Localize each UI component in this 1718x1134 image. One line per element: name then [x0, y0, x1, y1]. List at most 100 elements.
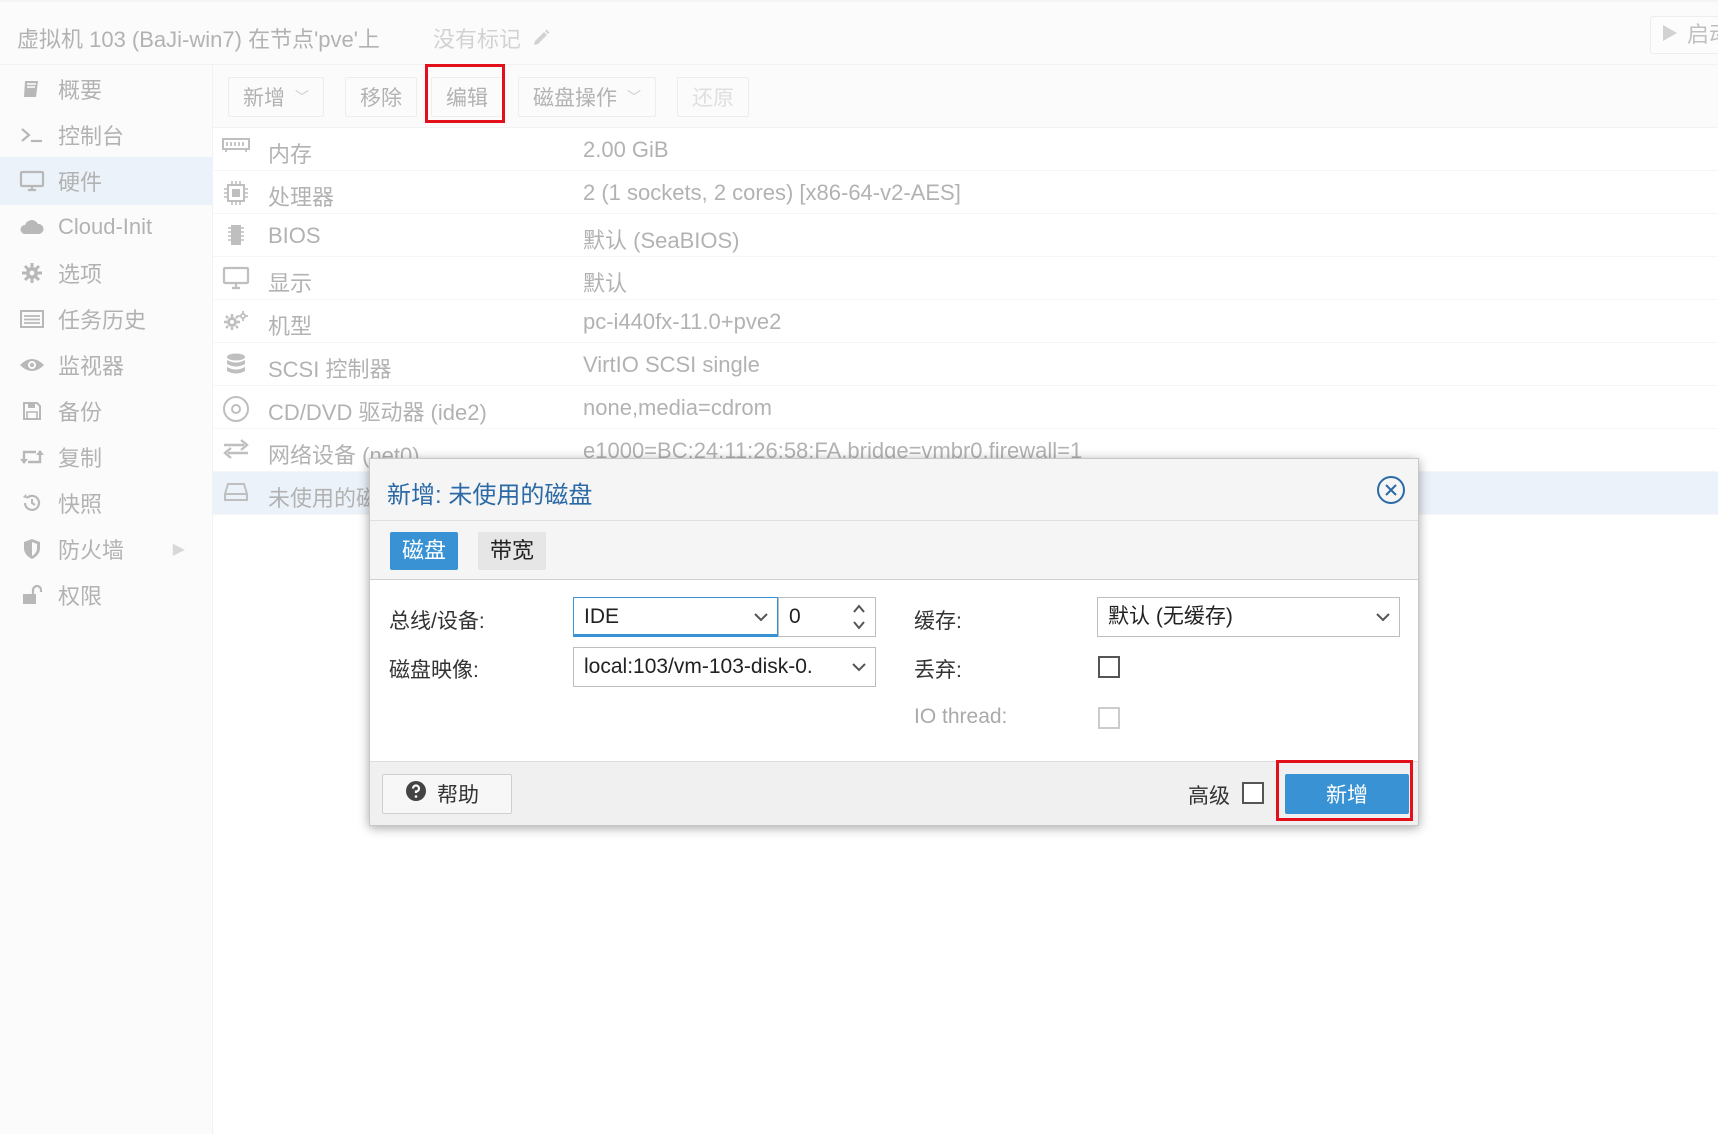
- sidebar-item-label: 快照: [58, 492, 103, 517]
- tab-disk[interactable]: 磁盘: [390, 532, 459, 570]
- hardware-row-machine[interactable]: 机型 pc-i440fx-11.0+pve2: [213, 300, 1718, 343]
- start-button[interactable]: 启动: [1650, 16, 1718, 54]
- sidebar-item-label: Cloud-Init: [58, 214, 153, 239]
- remove-button-label: 移除: [360, 87, 402, 110]
- cpu-icon: [221, 180, 251, 206]
- chevron-down-icon[interactable]: [1375, 598, 1391, 636]
- iothread-label: IO thread:: [914, 705, 1008, 728]
- retweet-icon: [16, 446, 48, 468]
- hardware-value: 默认 (SeaBIOS): [583, 228, 740, 253]
- sidebar-item-replication[interactable]: 复制: [0, 433, 213, 481]
- sidebar-item-label: 控制台: [58, 124, 125, 149]
- revert-button-label: 还原: [692, 87, 734, 110]
- terminal-icon: [16, 124, 48, 146]
- chevron-down-icon: ﹀: [295, 89, 309, 105]
- close-icon[interactable]: [1376, 475, 1406, 505]
- hardware-row-scsi-controller[interactable]: SCSI 控制器 VirtIO SCSI single: [213, 343, 1718, 386]
- revert-button[interactable]: 还原: [677, 77, 749, 117]
- hardware-row-processor[interactable]: 处理器 2 (1 sockets, 2 cores) [x86-64-v2-AE…: [213, 171, 1718, 214]
- add-button-label: 新增: [243, 87, 285, 110]
- hardware-toolbar: 新增 ﹀ 移除 编辑 磁盘操作 ﹀ 还原: [213, 65, 1718, 128]
- add-confirm-button[interactable]: 新增: [1285, 774, 1409, 814]
- gear-icon: [16, 262, 48, 284]
- hardware-row-cdrom[interactable]: CD/DVD 驱动器 (ide2) none,media=cdrom: [213, 386, 1718, 429]
- start-label: 启动: [1687, 22, 1718, 47]
- monitor-icon: [16, 170, 48, 192]
- help-button[interactable]: 帮助: [382, 774, 512, 814]
- hardware-row-display[interactable]: 显示 默认: [213, 257, 1718, 300]
- sidebar-item-cloud-init[interactable]: Cloud-Init: [0, 203, 213, 251]
- sidebar-item-backup[interactable]: 备份: [0, 387, 213, 435]
- chevron-right-icon[interactable]: ▶: [173, 539, 185, 559]
- remove-button[interactable]: 移除: [345, 77, 417, 117]
- sidebar-item-snapshots[interactable]: 快照: [0, 479, 213, 527]
- dialog-footer: 帮助 高级 新增: [370, 761, 1418, 825]
- sidebar-item-task-history[interactable]: 任务历史: [0, 295, 213, 343]
- tab-bandwidth[interactable]: 带宽: [478, 532, 547, 570]
- bus-value: IDE: [584, 605, 620, 628]
- sidebar-item-firewall[interactable]: 防火墙 ▶: [0, 525, 213, 573]
- sidebar-item-permissions[interactable]: 权限: [0, 571, 213, 619]
- hardware-key: 显示: [268, 271, 313, 296]
- tags-area[interactable]: 没有标记: [433, 22, 551, 54]
- hardware-key: SCSI 控制器: [268, 357, 392, 382]
- cdrom-icon: [221, 395, 251, 423]
- sidebar-item-label: 选项: [58, 262, 103, 287]
- hardware-key: 机型: [268, 314, 313, 339]
- chevron-down-icon[interactable]: [753, 598, 769, 636]
- spinner-icon[interactable]: [851, 598, 867, 636]
- sidebar-item-label: 防火墙: [58, 538, 125, 563]
- sidebar-item-console[interactable]: 控制台: [0, 111, 213, 159]
- bus-select[interactable]: IDE: [573, 597, 778, 637]
- add-unused-disk-dialog: 新增: 未使用的磁盘 磁盘 带宽 总线/设备: IDE 0 磁盘映像: loca…: [369, 458, 1419, 826]
- hardware-row-bios[interactable]: BIOS 默认 (SeaBIOS): [213, 214, 1718, 257]
- cache-value: 默认 (无缓存): [1108, 605, 1233, 628]
- advanced-label: 高级: [1188, 785, 1230, 808]
- bus-device-label: 总线/设备:: [389, 610, 485, 633]
- advanced-checkbox[interactable]: [1242, 782, 1264, 804]
- disk-image-value: local:103/vm-103-disk-0.: [584, 655, 813, 678]
- disk-image-label: 磁盘映像:: [389, 659, 479, 682]
- sidebar-item-label: 权限: [58, 584, 103, 609]
- hardware-value: VirtIO SCSI single: [583, 352, 760, 377]
- cloud-icon: [16, 217, 48, 237]
- list-icon: [16, 308, 48, 330]
- sidebar-item-summary[interactable]: 概要: [0, 65, 213, 113]
- shield-icon: [16, 538, 48, 560]
- sidebar-item-label: 任务历史: [58, 308, 147, 333]
- sidebar-item-options[interactable]: 选项: [0, 249, 213, 297]
- hardware-row-memory[interactable]: 内存 2.00 GiB: [213, 128, 1718, 171]
- cogs-icon: [221, 309, 251, 333]
- question-circle-icon: [405, 780, 427, 808]
- edit-button[interactable]: 编辑: [431, 77, 503, 117]
- hardware-value: 2.00 GiB: [583, 137, 669, 162]
- sidebar-item-hardware[interactable]: 硬件: [0, 157, 213, 205]
- discard-checkbox[interactable]: [1098, 656, 1120, 678]
- microchip-icon: [221, 223, 251, 247]
- edit-button-label: 编辑: [446, 87, 488, 110]
- iothread-checkbox[interactable]: [1098, 707, 1120, 729]
- sidebar-item-label: 概要: [58, 78, 103, 103]
- chevron-down-icon[interactable]: [847, 648, 867, 686]
- dialog-header: 新增: 未使用的磁盘: [370, 459, 1418, 521]
- add-confirm-label: 新增: [1326, 784, 1368, 807]
- pencil-icon[interactable]: [531, 28, 551, 54]
- add-button[interactable]: 新增 ﹀: [228, 77, 324, 117]
- disk-actions-button[interactable]: 磁盘操作 ﹀: [518, 77, 656, 117]
- eye-icon: [16, 355, 48, 375]
- hardware-key: 内存: [268, 142, 313, 167]
- play-icon: [1661, 18, 1679, 54]
- tags-text: 没有标记: [433, 27, 522, 52]
- top-header: 虚拟机 103 (BaJi-win7) 在节点'pve'上 没有标记 启动: [0, 0, 1718, 65]
- sidebar-item-monitor[interactable]: 监视器: [0, 341, 213, 389]
- hardware-value: 2 (1 sockets, 2 cores) [x86-64-v2-AES]: [583, 180, 961, 205]
- sidebar-item-label: 监视器: [58, 354, 125, 379]
- disk-actions-label: 磁盘操作: [533, 87, 617, 110]
- cache-label: 缓存:: [914, 610, 962, 633]
- disk-image-select[interactable]: local:103/vm-103-disk-0.: [573, 647, 876, 687]
- device-number-value: 0: [789, 605, 801, 628]
- cache-select[interactable]: 默认 (无缓存): [1097, 597, 1400, 637]
- device-number-stepper[interactable]: 0: [778, 597, 876, 637]
- book-icon: [16, 78, 48, 100]
- sidebar-item-label: 备份: [58, 400, 103, 425]
